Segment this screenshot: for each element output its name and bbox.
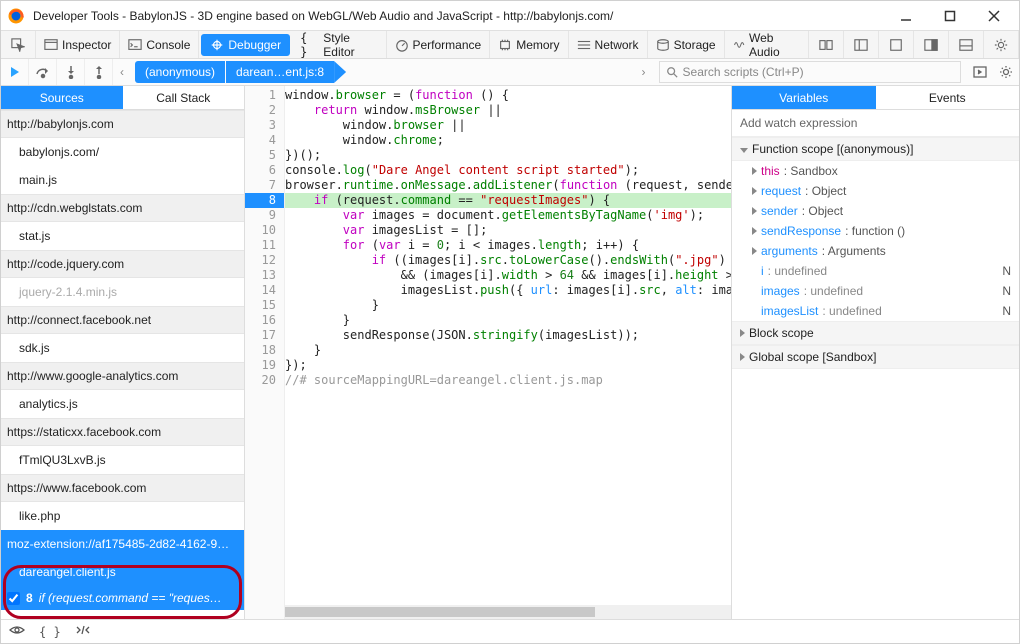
source-group[interactable]: http://www.google-analytics.com (1, 362, 244, 390)
status-bar: { } (1, 619, 1019, 643)
tab-storage[interactable]: Storage (648, 31, 725, 58)
eye-icon[interactable] (9, 624, 25, 639)
tab-variables[interactable]: Variables (732, 86, 876, 110)
tab-network[interactable]: Network (569, 31, 648, 58)
scope-variable[interactable]: arguments: Arguments (732, 241, 1019, 261)
breadcrumb-arrow (334, 61, 346, 83)
toolbox-dock-icon[interactable] (914, 31, 949, 58)
maximize-button[interactable] (937, 6, 963, 26)
crumb-forward[interactable]: › (635, 65, 653, 79)
source-file[interactable]: main.js (1, 166, 244, 194)
toolbox-options-icon[interactable] (984, 31, 1019, 58)
breakpoint-row[interactable]: 8 if (request.command == "reques… (1, 586, 244, 610)
crumb-back[interactable]: ‹ (113, 65, 131, 79)
source-group[interactable]: moz-extension://af175485-2d82-4162-9… (1, 530, 244, 558)
step-out-button[interactable] (85, 59, 113, 85)
scope-variable[interactable]: this: Sandbox (732, 161, 1019, 181)
sources-panel: Sources Call Stack http://babylonjs.comb… (1, 86, 245, 619)
scope-variable[interactable]: images: undefinedN (732, 281, 1019, 301)
search-placeholder: Search scripts (Ctrl+P) (683, 65, 804, 79)
source-group[interactable]: http://cdn.webglstats.com (1, 194, 244, 222)
toolbox-panes-icon[interactable] (809, 31, 844, 58)
debugger-toolbar: ‹ (anonymous) darean…ent.js:8 › Search s… (1, 59, 1019, 86)
firefox-icon (7, 7, 25, 25)
window-title: Developer Tools - BabylonJS - 3D engine … (33, 9, 893, 23)
global-scope-header[interactable]: Global scope [Sandbox] (732, 345, 1019, 369)
source-file[interactable]: dareangel.client.js (1, 558, 244, 586)
toolbox-split-icon[interactable] (949, 31, 984, 58)
tab-web-audio[interactable]: Web Audio (725, 31, 809, 58)
source-file[interactable]: stat.js (1, 222, 244, 250)
scope-variable[interactable]: sender: Object (732, 201, 1019, 221)
tab-style-editor[interactable]: { }Style Editor (292, 31, 386, 58)
code-panel: 1234567891011121314151617181920 window.b… (245, 86, 731, 619)
scope-variable[interactable]: request: Object (732, 181, 1019, 201)
function-scope-header[interactable]: Function scope [(anonymous)] (732, 137, 1019, 161)
source-group[interactable]: https://www.facebook.com (1, 474, 244, 502)
toolbox-noautohide-icon[interactable] (879, 31, 914, 58)
code-gutter[interactable]: 1234567891011121314151617181920 (245, 86, 285, 619)
source-file[interactable]: jquery-2.1.4.min.js (1, 278, 244, 306)
tab-events[interactable]: Events (876, 86, 1020, 110)
source-group[interactable]: https://staticxx.facebook.com (1, 418, 244, 446)
source-file[interactable]: sdk.js (1, 334, 244, 362)
tab-memory[interactable]: Memory (490, 31, 568, 58)
window-titlebar: Developer Tools - BabylonJS - 3D engine … (1, 1, 1019, 31)
resume-button[interactable] (1, 59, 29, 85)
breadcrumb-anon[interactable]: (anonymous) (135, 61, 225, 83)
watch-expression-input[interactable]: Add watch expression (732, 110, 1019, 137)
block-scope-header[interactable]: Block scope (732, 321, 1019, 345)
code-editor[interactable]: window.browser = (function () { return w… (285, 86, 731, 619)
pick-element-icon[interactable] (1, 31, 36, 58)
source-group[interactable]: http://babylonjs.com (1, 110, 244, 138)
tab-console[interactable]: Console (120, 31, 199, 58)
close-button[interactable] (981, 6, 1007, 26)
tab-performance[interactable]: Performance (387, 31, 491, 58)
sources-list[interactable]: http://babylonjs.combabylonjs.com/main.j… (1, 110, 244, 619)
breadcrumb-file[interactable]: darean…ent.js:8 (226, 61, 334, 83)
source-file[interactable]: analytics.js (1, 390, 244, 418)
source-group[interactable]: http://connect.facebook.net (1, 306, 244, 334)
auto-pretty-icon[interactable] (75, 624, 91, 639)
scope-variable[interactable]: sendResponse: function () (732, 221, 1019, 241)
devtools-toolbar: Inspector Console Debugger { }Style Edit… (1, 31, 1019, 59)
tab-debugger[interactable]: Debugger (201, 34, 290, 56)
search-input[interactable]: Search scripts (Ctrl+P) (659, 61, 961, 83)
tab-inspector[interactable]: Inspector (36, 31, 120, 58)
source-file[interactable]: fTmlQU3LxvB.js (1, 446, 244, 474)
toggle-panes-icon[interactable] (967, 65, 993, 79)
debugger-settings-icon[interactable] (993, 65, 1019, 79)
source-file[interactable]: babylonjs.com/ (1, 138, 244, 166)
horizontal-scrollbar[interactable] (285, 605, 731, 619)
source-group[interactable]: http://code.jquery.com (1, 250, 244, 278)
minimize-button[interactable] (893, 6, 919, 26)
source-file[interactable]: like.php (1, 502, 244, 530)
tab-sources[interactable]: Sources (1, 86, 123, 110)
breakpoint-checkbox[interactable] (7, 592, 20, 605)
tab-call-stack[interactable]: Call Stack (123, 86, 245, 110)
scope-panel: Variables Events Add watch expression Fu… (731, 86, 1019, 619)
toolbox-frames-icon[interactable] (844, 31, 879, 58)
scope-variable[interactable]: imagesList: undefinedN (732, 301, 1019, 321)
pretty-print-icon[interactable]: { } (39, 625, 61, 639)
step-over-button[interactable] (29, 59, 57, 85)
step-in-button[interactable] (57, 59, 85, 85)
scope-variable[interactable]: i: undefinedN (732, 261, 1019, 281)
